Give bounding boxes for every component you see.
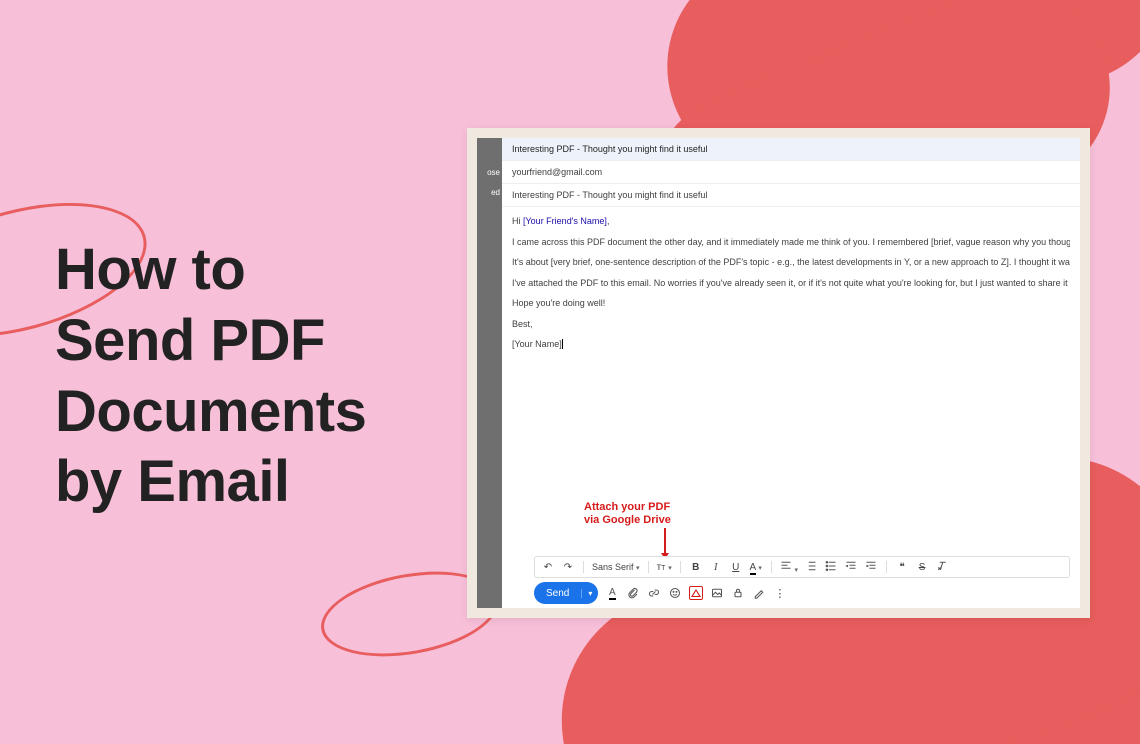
compose-window-title: Interesting PDF - Thought you might find… bbox=[502, 138, 1080, 161]
more-options-icon[interactable]: ⋮ bbox=[773, 586, 787, 600]
compose-panel: Interesting PDF - Thought you might find… bbox=[502, 138, 1080, 608]
indent-decrease-button[interactable] bbox=[844, 560, 858, 575]
gmail-compose-screenshot: ose ed Interesting PDF - Thought you mig… bbox=[477, 138, 1080, 608]
send-options-dropdown[interactable]: ▾ bbox=[581, 589, 598, 598]
bold-button[interactable]: B bbox=[689, 562, 703, 573]
insert-image-icon[interactable] bbox=[710, 586, 724, 600]
body-paragraph: I've attached the PDF to this email. No … bbox=[512, 277, 1070, 291]
body-signature: [Your Name] bbox=[512, 338, 1070, 352]
subject-field[interactable]: Interesting PDF - Thought you might find… bbox=[502, 184, 1080, 207]
undo-button[interactable]: ↶ bbox=[541, 562, 555, 573]
formatting-toolbar: ↶ ↷ Sans Serif ▾ тT ▾ B I U A ▾ ▾ bbox=[534, 556, 1070, 578]
annotation-callout: Attach your PDF via Google Drive bbox=[584, 501, 671, 529]
italic-button[interactable]: I bbox=[709, 562, 723, 573]
sidebar-fragment: ed bbox=[491, 188, 500, 197]
clear-formatting-button[interactable] bbox=[935, 560, 949, 575]
font-size-select[interactable]: тT ▾ bbox=[657, 562, 672, 573]
page-title: How to Send PDF Documents by Email bbox=[55, 235, 366, 518]
confidential-mode-icon[interactable] bbox=[731, 586, 745, 600]
body-paragraph: I came across this PDF document the othe… bbox=[512, 236, 1070, 250]
stage: How to Send PDF Documents by Email ose e… bbox=[0, 0, 1140, 744]
compose-body[interactable]: Hi [Your Friend's Name], I came across t… bbox=[502, 207, 1080, 367]
bulleted-list-button[interactable] bbox=[824, 560, 838, 575]
font-family-select[interactable]: Sans Serif ▾ bbox=[592, 562, 640, 572]
quote-button[interactable]: ❝ bbox=[895, 562, 909, 573]
send-row: Send ▾ A bbox=[534, 582, 1070, 604]
google-drive-icon[interactable] bbox=[689, 586, 703, 600]
screenshot-frame: ose ed Interesting PDF - Thought you mig… bbox=[467, 128, 1090, 618]
body-signoff: Best, bbox=[512, 318, 1070, 332]
text-style-icon[interactable]: A bbox=[605, 586, 619, 600]
annotation-arrow bbox=[664, 528, 666, 558]
strikethrough-button[interactable]: S bbox=[915, 562, 929, 573]
emoji-icon[interactable] bbox=[668, 586, 682, 600]
insert-link-icon[interactable] bbox=[647, 586, 661, 600]
underline-button[interactable]: U bbox=[729, 562, 743, 573]
signature-icon[interactable] bbox=[752, 586, 766, 600]
indent-increase-button[interactable] bbox=[864, 560, 878, 575]
body-greeting: Hi [Your Friend's Name], bbox=[512, 215, 1070, 229]
body-paragraph: It's about [very brief, one-sentence des… bbox=[512, 256, 1070, 270]
recipients-field[interactable]: yourfriend@gmail.com bbox=[502, 161, 1080, 184]
align-button[interactable]: ▾ bbox=[780, 560, 798, 575]
numbered-list-button[interactable] bbox=[804, 560, 818, 575]
body-paragraph: Hope you're doing well! bbox=[512, 297, 1070, 311]
text-color-button[interactable]: A ▾ bbox=[749, 562, 763, 573]
gmail-sidebar-peek: ose ed bbox=[477, 138, 502, 608]
redo-button[interactable]: ↷ bbox=[561, 562, 575, 573]
attach-file-icon[interactable] bbox=[626, 586, 640, 600]
send-button[interactable]: Send ▾ bbox=[534, 582, 598, 604]
sidebar-fragment: ose bbox=[487, 168, 500, 177]
